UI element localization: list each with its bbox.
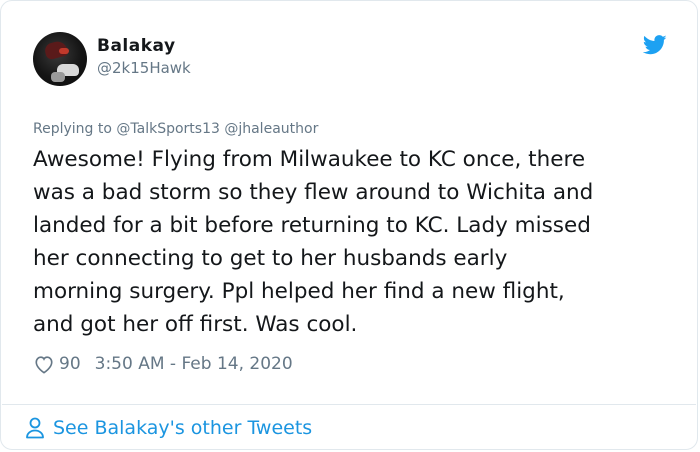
twitter-bird-icon[interactable] [643,35,667,55]
user-handle[interactable]: @2k15Hawk [97,59,191,77]
avatar[interactable] [33,32,87,86]
tweet-meta: 90 3:50 AM - Feb 14, 2020 [33,352,293,376]
reply-mentions[interactable]: @TalkSports13 @jhaleauthor [116,121,318,137]
heart-icon[interactable] [33,354,55,374]
see-other-tweets-link[interactable]: See Balakay's other Tweets [25,415,312,441]
timestamp[interactable]: 3:50 AM - Feb 14, 2020 [95,354,293,374]
see-other-tweets-label[interactable]: See Balakay's other Tweets [53,417,312,439]
person-icon [26,417,44,439]
tweet-card: Balakay @2k15Hawk Replying to @TalkSport… [0,0,698,450]
divider [2,404,696,405]
display-name[interactable]: Balakay [97,36,176,56]
reply-prefix: Replying to [33,121,112,137]
like-count[interactable]: 90 [59,354,81,374]
reply-context: Replying to @TalkSports13 @jhaleauthor [33,121,318,137]
tweet-text: Awesome! Flying from Milwaukee to KC onc… [33,147,594,337]
